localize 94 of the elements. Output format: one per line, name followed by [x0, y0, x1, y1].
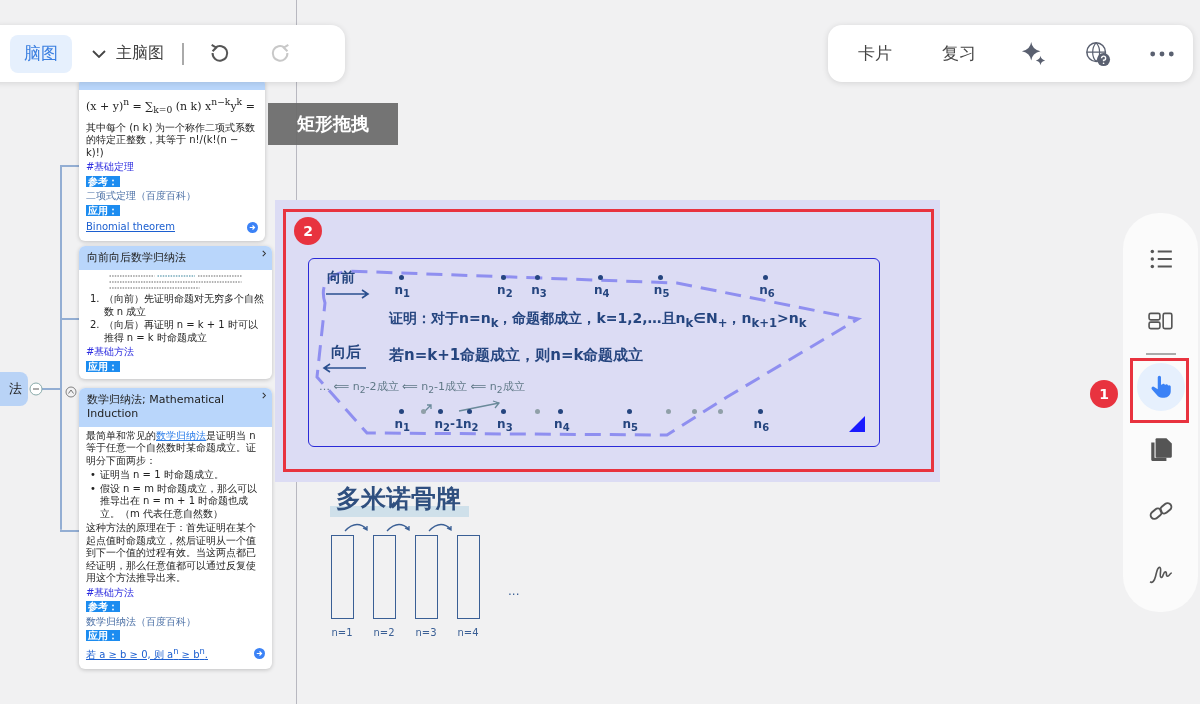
wiki-link[interactable]: 数学归纳法: [156, 429, 206, 441]
handwritten-text: … ⟸ n$_{2}$-2成立 ⟸ n$_{2}$-1成立 ⟸ n$_{2}$成立: [319, 379, 525, 396]
arrow-icon[interactable]: [247, 221, 258, 233]
section-label: 参考：: [86, 175, 120, 187]
point-dot: [598, 275, 603, 280]
toolbar-button[interactable]: 卡片: [852, 42, 898, 65]
list-item: （向前）先证明命题对无穷多个自然数 n 成立: [103, 293, 265, 319]
point-dot: [535, 275, 541, 280]
point-dot: [466, 409, 472, 414]
mind-map-card[interactable]: 向前向后数学归纳法 1. （向前）先证明命题对无穷多个自然数 n 成立 2. （向后）再证明 n = k + 1 时可以推得 n = k 时命题成立 #基础方法 应用：: [79, 246, 272, 380]
section-label: 应用：: [86, 360, 120, 372]
section-label: 参考：: [86, 601, 120, 613]
card-title: 向前向后数学归纳法: [87, 251, 187, 266]
point-label: n$_{6}$: [759, 283, 775, 300]
point-label: n$_{3}$: [531, 283, 547, 300]
point-dot: [535, 409, 541, 414]
point-dot: [558, 409, 564, 414]
right-arrow-icon: [325, 289, 371, 299]
hand-tool[interactable]: [1136, 362, 1185, 411]
domino-label: n=1: [331, 627, 353, 638]
curved-arrow-icon: [344, 522, 370, 532]
point-dot: [421, 409, 427, 414]
caret-icon[interactable]: [65, 386, 77, 398]
point-label: n$_{5}$: [653, 283, 670, 300]
left-arrow-icon: [321, 363, 367, 373]
card-text: 这种方法的原理在于：首先证明在某个起点值时命题成立，然后证明从一个值到下一个值的过程有效。当这两点都已经证明，那么任意值都可以通过反复使用这个方法推导出来。: [86, 522, 257, 585]
list-marker: •: [90, 469, 96, 482]
map-selector[interactable]: 主脑图: [86, 42, 170, 65]
point-label: n$_{3}$: [497, 417, 513, 434]
domino-label: n=4: [457, 627, 479, 638]
ellipsis-text: ...: [508, 584, 520, 598]
chevron-down-icon: [92, 49, 106, 58]
step-marker: 1: [1090, 380, 1118, 408]
view-tab[interactable]: 脑图: [10, 34, 72, 73]
domino-label: n=2: [373, 627, 395, 638]
reference-link[interactable]: 数学归纳法（百度百科）: [86, 615, 196, 627]
globe-help-icon[interactable]: [1084, 40, 1111, 67]
point-dot: [501, 275, 507, 280]
mind-map-card[interactable]: [79, 388, 272, 669]
chevron-icon[interactable]: [261, 392, 268, 399]
card-text: 其中每个 (n k) 为一个称作二项式系数的特定正整数，其等于 n!/(k!(n − k)!): [86, 121, 257, 159]
reference-link[interactable]: 二项式定理（百度百科）: [86, 190, 196, 201]
point-dot: [626, 409, 632, 414]
point-label: n$_{2}$: [497, 283, 513, 300]
tag[interactable]: #基础定理: [86, 161, 135, 172]
point-label: n$_{4}$: [594, 283, 610, 300]
application-link[interactable]: Binomial theorem: [86, 219, 175, 235]
list-marker: 1.: [90, 293, 100, 307]
list-marker: 2.: [90, 319, 100, 333]
point-dot: [757, 409, 763, 414]
more-icon[interactable]: [1149, 49, 1175, 58]
point-label: n$_{1}$: [394, 283, 410, 300]
list-item: 假设 n = m 时命题成立，那么可以推导出在 n = m + 1 时命题也成立。（m 代表任意自然数）: [99, 482, 259, 521]
section-label: 应用：: [86, 630, 120, 642]
toolbar-button[interactable]: 复习: [936, 42, 983, 65]
point-dot: [657, 275, 663, 280]
mind-map-node[interactable]: 法: [0, 372, 28, 406]
tag[interactable]: #基础方法: [86, 586, 135, 598]
point-label: n$_{6}$: [753, 417, 770, 434]
card-title: 数学归纳法; Mathematical Induction: [87, 393, 226, 422]
point-label: n$_{2}$: [462, 417, 479, 434]
highlight-frame: [1130, 358, 1189, 423]
point-dot: [692, 409, 698, 414]
point-dot: [763, 275, 769, 280]
card-text: 最简单和常见的数学归纳法是证明当 n 等于任意一个自然数时某命题成立。证明分下面两步：: [86, 429, 257, 468]
formula: (x + y)$^{n}$ = ∑$_{k=0}$ (n k) x$^{n−k}$y$^{k}$ =: [86, 95, 255, 117]
point-dot: [398, 409, 404, 414]
domino-label: n=3: [415, 627, 437, 638]
sparkle-icon[interactable]: [1020, 40, 1047, 67]
handwritten-text: 若n=k+1命题成立，则n=k命题成立: [389, 346, 644, 365]
handwritten-label: 向后: [331, 343, 361, 362]
list-item: （向后）再证明 n = k + 1 时可以推得 n = k 时命题成立: [103, 319, 259, 345]
list-marker: •: [90, 482, 96, 496]
handwritten-label: 向前: [327, 269, 355, 287]
point-label: n$_{1}$: [394, 417, 410, 434]
handwritten-text: 证明：对于n=n$_{k}$，命题都成立，k=1,2,…且n$_{k}$∈N$_{+}$，n$_{k+1}$>n$_{k}$: [389, 310, 807, 330]
list-item: 证明当 n = 1 时命题成立。: [99, 469, 224, 482]
point-label: n$_{2}$-1: [434, 417, 464, 434]
point-dot: [666, 409, 672, 414]
point-label: n$_{5}$: [622, 417, 638, 434]
section-label: 应用：: [86, 204, 120, 216]
curved-arrow-icon: [428, 522, 454, 532]
point-dot: [438, 409, 444, 414]
chevron-icon[interactable]: [261, 250, 268, 257]
resize-handle-icon[interactable]: [849, 416, 865, 432]
arrow-icon[interactable]: [254, 648, 265, 660]
point-dot: [501, 409, 507, 414]
tooltip: 矩形拖拽: [268, 103, 398, 145]
application-link[interactable]: 若 a ≥ b ≥ 0, 则 a$^{n}$ ≥ b$^{n}$.: [86, 644, 208, 663]
point-dot: [717, 409, 723, 414]
curved-arrow-icon: [386, 522, 412, 532]
tag[interactable]: #基础方法: [86, 346, 135, 358]
point-dot: [398, 275, 404, 280]
point-label: n$_{4}$: [554, 417, 570, 434]
